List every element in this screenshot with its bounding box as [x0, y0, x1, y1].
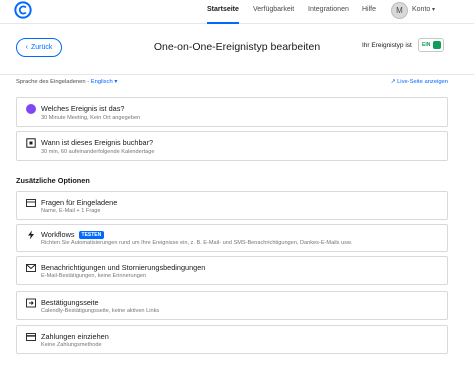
calendly-logo-icon[interactable] [14, 1, 32, 19]
external-link-icon: ↗ [390, 79, 396, 85]
view-live-page-link[interactable]: ↗ Live-Seite anzeigen [391, 79, 448, 85]
purple-dot-icon [26, 104, 36, 114]
option-notifications[interactable]: Benachrichtigungen und Stornierungsbedin… [16, 256, 448, 285]
card-subtitle: 30 min, 60 aufeinanderfolgende Kalendert… [41, 149, 155, 155]
option-title: Benachrichtigungen und Stornierungsbedin… [41, 263, 206, 272]
card-event-details[interactable]: Welches Ereignis ist das? 30 Minute Meet… [16, 97, 448, 127]
trial-badge: TESTEN [78, 231, 105, 239]
event-status-toggle[interactable]: EIN [418, 38, 444, 52]
option-subtitle: Calendly-Bestätigungsseite, keine aktive… [41, 308, 160, 314]
header-divider [0, 74, 474, 75]
calendar-icon [26, 138, 36, 148]
option-title-row: Workflows TESTEN [41, 230, 105, 239]
option-collect-payments[interactable]: Zahlungen einziehen Keine Zahlungsmethod… [16, 325, 448, 354]
option-confirmation-page[interactable]: Bestätigungsseite Calendly-Bestätigungss… [16, 291, 448, 320]
event-status-label: Ihr Ereignistyp ist [362, 42, 412, 49]
option-subtitle: Richten Sie Automatisierungen rund um Ih… [41, 240, 353, 246]
chevron-down-icon[interactable]: ▾ [432, 6, 435, 13]
invitee-language-row: Sprache des Eingeladenen - Englisch ▾ [16, 79, 117, 85]
nav-verfuegbarkeit[interactable]: Verfügbarkeit [253, 6, 294, 13]
toggle-label: EIN [422, 42, 431, 48]
option-title: Workflows [41, 230, 75, 239]
form-icon [26, 199, 36, 207]
card-scheduling[interactable]: Wann ist dieses Ereignis buchbar? 30 min… [16, 131, 448, 161]
envelope-icon [26, 264, 36, 272]
lightning-icon [28, 230, 34, 240]
language-dropdown[interactable]: Englisch ▾ [91, 79, 117, 85]
credit-card-icon [26, 333, 36, 341]
nav-integrationen[interactable]: Integrationen [308, 6, 349, 13]
nav-active-underline [207, 22, 239, 24]
card-title: Welches Ereignis ist das? [41, 104, 125, 113]
option-title: Zahlungen einziehen [41, 332, 109, 341]
avatar[interactable]: M [391, 2, 408, 19]
option-invitee-questions[interactable]: Fragen für Eingeladene Name, E-Mail + 1 … [16, 191, 448, 220]
option-title: Bestätigungsseite [41, 298, 99, 307]
card-subtitle: 30 Minute Meeting, Kein Ort angegeben [41, 115, 141, 121]
option-workflows[interactable]: Workflows TESTEN Richten Sie Automatisier… [16, 224, 448, 252]
option-subtitle: E-Mail-Bestätigungen, keine Erinnerungen [41, 273, 147, 279]
option-subtitle: Name, E-Mail + 1 Frage [41, 208, 101, 214]
account-menu[interactable]: Konto [412, 6, 430, 13]
option-subtitle: Keine Zahlungsmethode [41, 342, 102, 348]
language-label: Sprache des Eingeladenen - [16, 79, 90, 85]
nav-startseite[interactable]: Startseite [207, 6, 239, 13]
nav-hilfe[interactable]: Hilfe [362, 6, 376, 13]
language-value: Englisch [90, 79, 113, 85]
arrow-page-icon [26, 298, 36, 308]
toggle-knob [433, 41, 441, 49]
card-title: Wann ist dieses Ereignis buchbar? [41, 138, 154, 147]
option-title: Fragen für Eingeladene [41, 198, 118, 207]
additional-options-heading: Zusätzliche Optionen [16, 176, 90, 185]
top-nav-bar: Startseite Verfügbarkeit Integrationen H… [0, 0, 474, 24]
view-live-page-label: Live-Seite anzeigen [397, 79, 448, 85]
